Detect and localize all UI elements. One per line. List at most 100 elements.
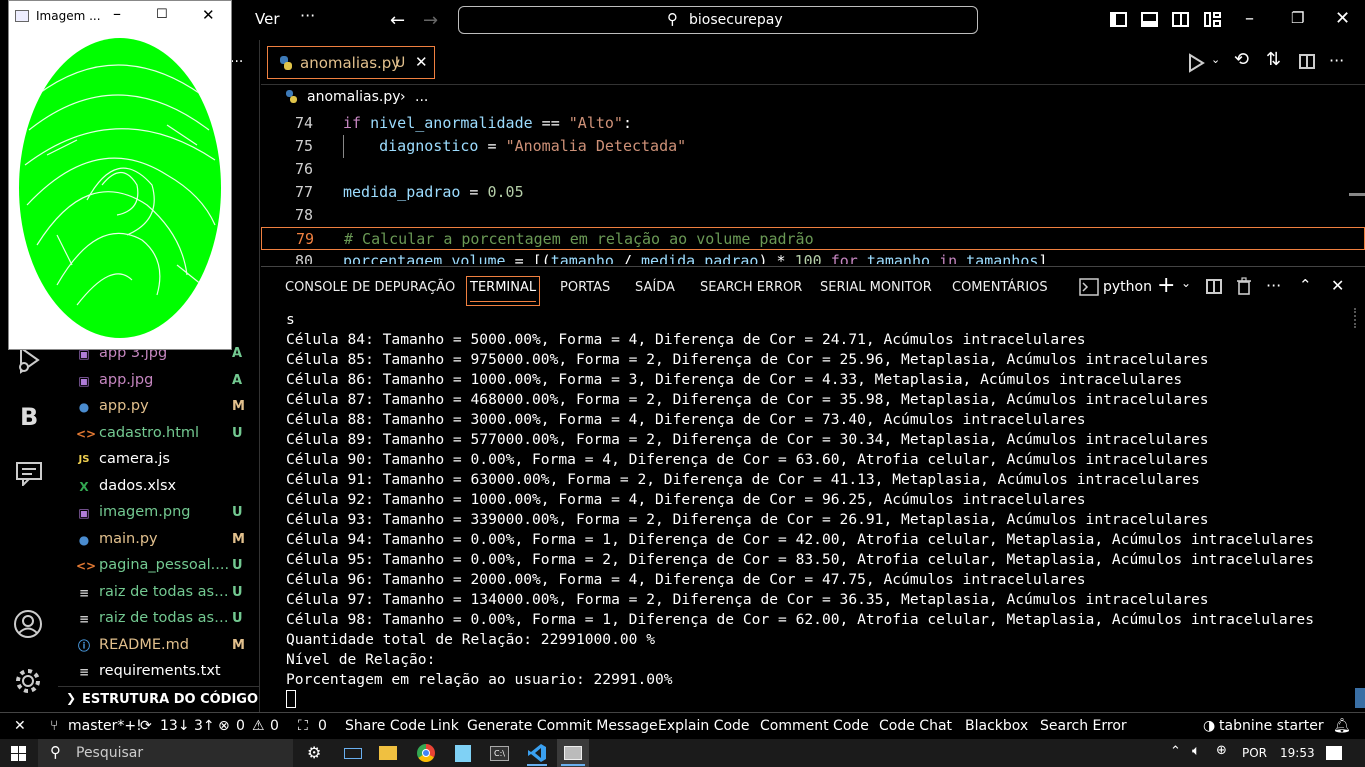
toggle-panel-icon[interactable] [1141,12,1158,27]
toggle-secondary-sidebar-icon[interactable] [1172,12,1189,27]
close-tab-icon[interactable]: ✕ [415,53,428,71]
outline-section-header[interactable]: ❯ ESTRUTURA DO CÓDIGO [58,686,260,712]
tray-chevron-up-icon[interactable]: ⌃ [1170,744,1181,759]
sync-icon[interactable]: ⟳ [140,718,152,734]
tray-speaker-icon[interactable]: 🔈︎ [1192,743,1200,759]
close-panel-icon[interactable]: ✕ [1331,276,1344,295]
menu-ver[interactable]: Ver [255,10,280,28]
code-line[interactable]: 75 diagnostico = "Anomalia Detectada" [261,135,1365,158]
chat-icon[interactable] [15,460,43,486]
ports-icon[interactable]: ⛶ [298,718,308,734]
explorer-more-icon[interactable]: ··· [230,54,243,70]
file-item[interactable]: ⓘ README.md M [58,634,260,660]
command-center-search[interactable]: ⚲ biosecurepay [458,6,978,34]
timeline-history-icon[interactable]: ⟲ [1234,49,1249,70]
taskbar-keyboard-icon[interactable] [344,748,362,759]
settings-gear-icon[interactable] [13,666,43,696]
file-item[interactable]: <> pagina_pessoal.... U [58,554,260,580]
windows-start-icon[interactable] [11,746,26,761]
panel-tab[interactable]: COMENTÁRIOS [952,280,1048,295]
terminal-name[interactable]: python [1103,279,1152,295]
file-item[interactable]: ▣ imagem.png U [58,501,260,527]
taskbar-vscode-icon[interactable] [527,743,547,763]
code-line[interactable]: 76 [261,158,1365,181]
file-item[interactable]: ● app.py M [58,395,260,421]
warning-icon[interactable]: ⚠ [252,718,265,734]
search-error-status[interactable]: Search Error [1040,718,1127,734]
panel-tab[interactable]: CONSOLE DE DEPURAÇÃO [285,280,455,295]
file-item[interactable]: ≡ raiz de todas as ... U [58,607,260,633]
breadcrumb-file[interactable]: anomalias.py [307,89,401,105]
panel-tab[interactable]: PORTAS [560,280,610,295]
terminal-output[interactable]: s Célula 84: Tamanho = 5000.00%, Forma = … [286,310,1346,710]
panel-more-icon[interactable]: ··· [1266,276,1281,295]
warning-count[interactable]: 0 [270,718,279,734]
tab-anomalias-py[interactable]: anomalias.py U ✕ [267,46,435,79]
close-icon[interactable]: ✕ [1335,8,1350,29]
ports-count[interactable]: 0 [318,718,327,734]
split-terminal-icon[interactable] [1206,279,1222,294]
git-branch[interactable]: master*+! [68,718,142,734]
toggle-sidebar-icon[interactable] [1110,12,1127,27]
taskbar-cmd-icon[interactable]: C:\ [490,746,509,761]
panel-tab[interactable]: TERMINAL [465,276,541,306]
taskbar-image-viewer-slot[interactable] [557,739,589,767]
taskbar-file-explorer-icon[interactable] [379,746,397,760]
file-item[interactable]: <> cadastro.html U [58,422,260,448]
file-item[interactable]: Xdados.xlsx [58,475,260,501]
run-dropdown-chevron-icon[interactable]: ⌄ [1211,53,1220,66]
taskbar-chrome-icon[interactable] [417,744,435,762]
terminal-dropdown-chevron-icon[interactable]: ⌄ [1181,276,1191,290]
image-window-maximize-icon[interactable]: ☐ [156,7,168,22]
code-line[interactable]: 74 if nivel_anormalidade == "Alto": [261,112,1365,135]
taskbar-notepad-icon[interactable] [455,745,471,762]
new-terminal-icon[interactable]: + [1157,273,1175,298]
minimize-icon[interactable]: – [1245,8,1254,29]
generate-commit-message[interactable]: Generate Commit Message [467,718,658,734]
forward-arrow-icon[interactable]: → [423,10,438,31]
code-line[interactable]: 78 [261,204,1365,227]
error-count[interactable]: 0 [236,718,245,734]
customize-layout-icon[interactable] [1204,12,1221,27]
file-item[interactable]: ≡ raiz de todas as ... U [58,581,260,607]
sync-status[interactable]: 13↓ 3↑ [160,718,215,734]
tray-network-icon[interactable]: ⊕ [1216,743,1227,758]
code-chat[interactable]: Code Chat [879,718,952,734]
panel-tab[interactable]: SEARCH ERROR [700,280,802,295]
tray-clock[interactable]: 19:53 [1280,746,1315,760]
file-item[interactable]: ● main.py M [58,528,260,554]
terminal-scrollbar-thumb[interactable] [1355,688,1365,708]
share-code-link[interactable]: Share Code Link [345,718,459,734]
image-window-minimize-icon[interactable]: – [113,4,121,23]
tabnine-status[interactable]: tabnine starter [1219,718,1324,734]
code-line[interactable]: 79 # Calcular a porcentagem em relação ao… [261,227,1365,250]
breadcrumb-symbol[interactable]: ... [415,89,428,105]
image-window-close-icon[interactable]: ✕ [202,6,215,24]
blackbox-status[interactable]: Blackbox [965,718,1028,734]
maximize-panel-chevron-up-icon[interactable]: ⌃ [1299,276,1312,294]
panel-tab[interactable]: SERIAL MONITOR [820,280,932,295]
file-item[interactable]: ≡ requirements.txt [58,660,260,686]
compare-changes-icon[interactable]: ⇅ [1266,49,1281,70]
menu-more[interactable]: ··· [300,6,315,25]
file-item[interactable]: JS camera.js [58,448,260,474]
restore-icon[interactable]: ❐ [1291,9,1304,27]
back-arrow-icon[interactable]: ← [390,10,405,31]
taskbar-search-box[interactable]: ⚲ Pesquisar [38,739,293,767]
tray-notification-center-icon[interactable] [1326,746,1342,760]
run-python-icon[interactable] [1186,53,1208,73]
taskbar-settings-gear-icon[interactable]: ⚙ [307,743,321,762]
trash-icon[interactable] [1236,277,1252,295]
account-icon[interactable] [13,609,43,639]
code-line[interactable]: 80 porcentagem_volume = [(tamanho / medid… [261,250,1365,264]
comment-code[interactable]: Comment Code [760,718,869,734]
file-item[interactable]: ▣ app.jpg A [58,369,260,395]
image-window-titlebar[interactable]: Imagem ... – ☐ ✕ [9,1,231,31]
image-viewer-window[interactable]: Imagem ... – ☐ ✕ [8,0,232,350]
blackbox-icon[interactable]: B [20,403,38,431]
code-line[interactable]: 77 medida_padrao = 0.05 [261,181,1365,204]
notifications-bell-icon[interactable]: 🔔︎ [1333,718,1351,734]
remote-icon[interactable]: ✕ [14,718,26,734]
tray-language[interactable]: POR [1242,746,1267,760]
error-icon[interactable]: ⊗ [218,718,230,734]
